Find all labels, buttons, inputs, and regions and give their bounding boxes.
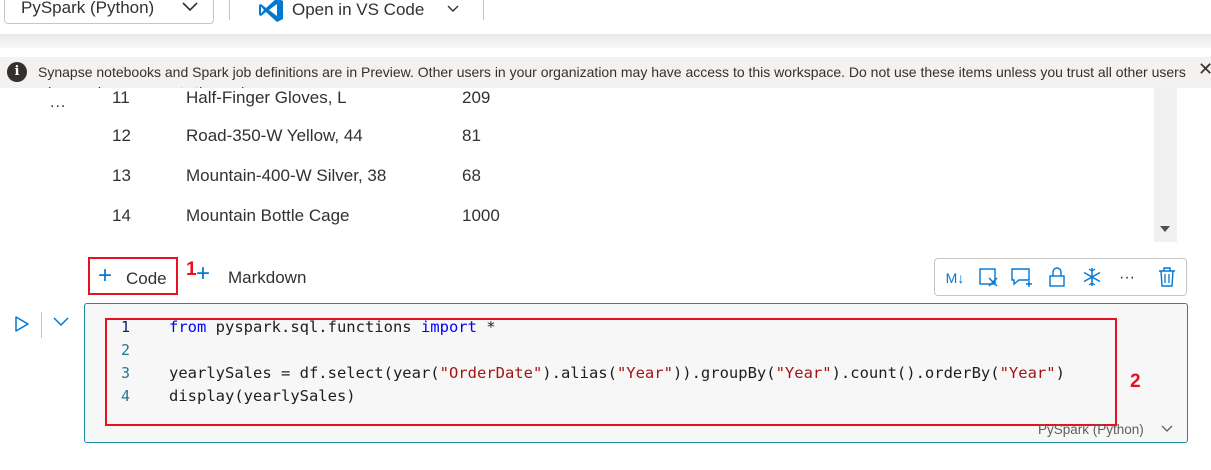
table-row: 12 Road-350-W Yellow, 44 81 [0,126,1150,166]
language-dropdown[interactable]: PySpark (Python) [4,0,214,24]
quantity-value: 81 [462,126,481,145]
clear-output-icon[interactable] [977,266,1001,290]
table-row: 14 Mountain Bottle Cage 1000 [0,206,1150,243]
product-name: Half-Finger Gloves, L [186,88,347,107]
product-name: Mountain Bottle Cage [186,206,350,225]
toolbar-divider [229,0,230,20]
open-in-vscode-label: Open in VS Code [292,0,425,19]
add-code-cell-button[interactable]: + Code [88,257,178,295]
vscode-icon [259,0,283,22]
output-scrollbar[interactable] [1154,88,1177,242]
row-index: 14 [112,206,131,225]
notebook-toolbar: PySpark (Python) Open in VS Code [0,0,1211,34]
table-row: 11 Half-Finger Gloves, L 209 [0,88,1150,128]
cell-output: ... 11 Half-Finger Gloves, L 209 12 Road… [0,88,1211,243]
row-index: 13 [112,166,131,185]
more-actions-icon[interactable]: ··· [1115,266,1139,290]
cell-language-label[interactable]: PySpark (Python) [1038,422,1144,437]
chevron-down-icon[interactable] [52,316,70,328]
markdown-toggle-button[interactable]: M↓ [941,266,969,290]
quantity-value: 1000 [462,206,500,225]
banner-message: Synapse notebooks and Spark job definiti… [38,64,1186,88]
product-name: Road-350-W Yellow, 44 [186,126,363,145]
preview-banner: i Synapse notebooks and Spark job defini… [0,57,1211,88]
chevron-down-icon [182,2,198,12]
close-icon[interactable]: ✕ [1198,59,1211,80]
callout-box-2 [105,318,1117,426]
open-in-vscode-button[interactable]: Open in VS Code [256,0,468,22]
quantity-value: 209 [462,88,491,107]
chevron-down-icon[interactable] [446,4,460,14]
run-cell-icon[interactable] [14,315,30,333]
add-code-label: Code [126,269,167,288]
language-dropdown-label: PySpark (Python) [21,0,155,17]
info-icon: i [7,62,27,82]
toolbar-shadow [0,34,1211,48]
toolbar-divider [483,0,484,20]
row-index: 12 [112,126,131,145]
freeze-icon[interactable] [1080,266,1104,290]
callout-number-1: 1 [186,259,197,280]
row-index: 11 [112,88,130,107]
delete-icon[interactable] [1155,266,1179,290]
add-comment-icon[interactable] [1010,266,1034,290]
scroll-down-icon[interactable] [1160,226,1170,232]
quantity-value: 68 [462,166,481,185]
add-markdown-cell-button[interactable]: + Markdown [196,260,316,292]
cell-toolbar: M↓ ··· [934,258,1187,296]
chevron-down-icon[interactable] [1160,424,1174,434]
add-markdown-label: Markdown [228,268,307,287]
callout-number-2: 2 [1130,371,1141,392]
product-name: Mountain-400-W Silver, 38 [186,166,387,185]
run-divider [41,312,42,338]
plus-icon: + [196,260,211,287]
plus-icon: + [98,262,113,289]
lock-icon[interactable] [1045,266,1069,290]
table-row: 13 Mountain-400-W Silver, 38 68 [0,166,1150,206]
